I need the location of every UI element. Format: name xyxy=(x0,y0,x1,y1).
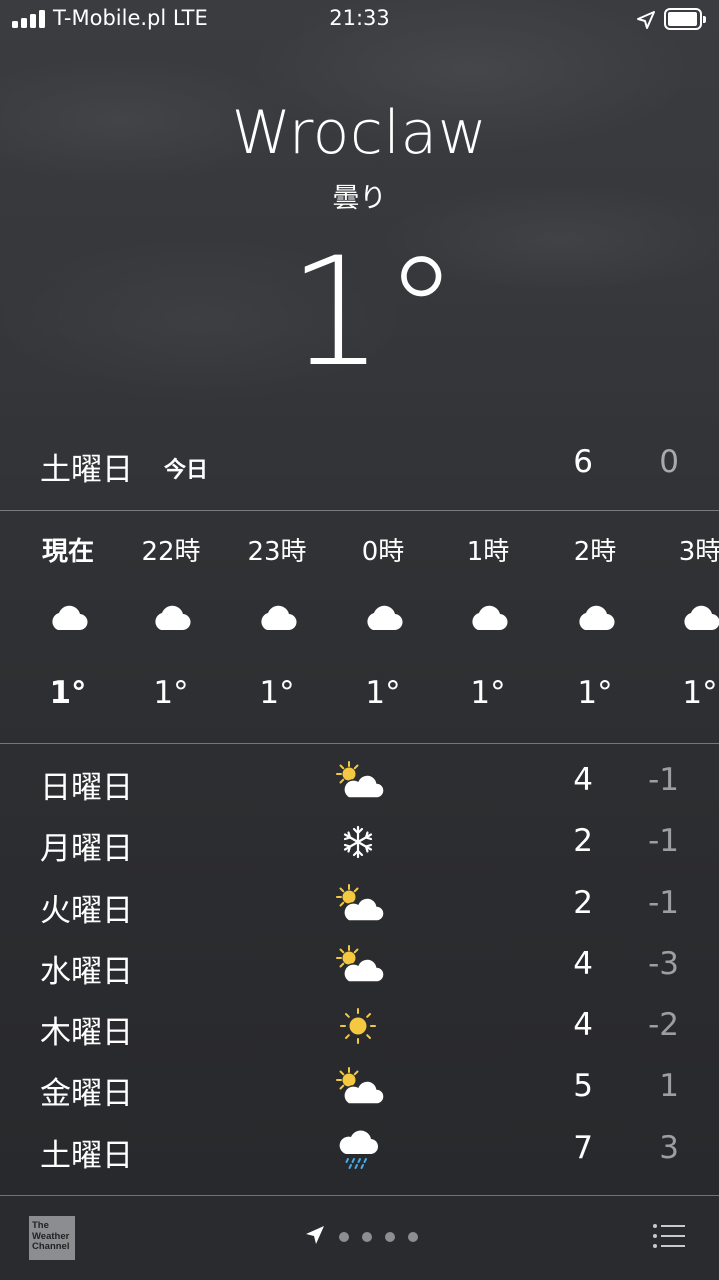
city-name: Wroclaw xyxy=(231,98,488,168)
daily-forecast-row: 金曜日 5 1 xyxy=(0,1058,719,1119)
today-high-temp: 6 xyxy=(573,444,593,480)
today-summary-row: 土曜日 今日 6 0 xyxy=(0,440,719,496)
partly-cloudy-icon xyxy=(330,758,386,804)
hour-label: 22時 xyxy=(141,537,201,567)
rain-cloud-icon xyxy=(330,1126,386,1172)
divider xyxy=(0,743,719,744)
bottom-toolbar: The Weather Channel xyxy=(0,1196,719,1280)
day-high-temp: 2 xyxy=(573,884,593,921)
cloud-icon xyxy=(150,603,192,633)
status-clock: 21:33 xyxy=(329,6,390,30)
page-dot[interactable] xyxy=(408,1232,418,1242)
day-name: 月曜日 xyxy=(40,831,133,868)
day-name: 金曜日 xyxy=(40,1076,133,1113)
hourly-item: 0時 1° xyxy=(333,511,433,743)
day-name: 火曜日 xyxy=(40,892,133,929)
day-low-temp: -1 xyxy=(648,823,679,860)
today-label: 今日 xyxy=(164,458,209,483)
hour-label: 現在 xyxy=(41,537,94,567)
hourly-item: 23時 1° xyxy=(227,511,327,743)
hour-temperature: 1° xyxy=(259,675,295,711)
day-high-temp: 5 xyxy=(573,1068,593,1105)
daily-forecast-row: 土曜日 7 3 xyxy=(0,1120,719,1181)
partly-cloudy-icon xyxy=(330,881,386,927)
hour-label: 0時 xyxy=(361,537,405,567)
current-condition: 曇り xyxy=(332,183,387,214)
day-name: 水曜日 xyxy=(40,953,133,990)
hourly-forecast[interactable]: 現在 1° 22時 1° 23時 1° 0時 1° 1時 1° 2時 1° 3時 1° xyxy=(0,511,719,743)
partly-cloudy-icon xyxy=(330,942,386,988)
day-high-temp: 4 xyxy=(573,1007,593,1044)
day-name: 木曜日 xyxy=(40,1015,133,1052)
day-low-temp: -3 xyxy=(648,945,679,982)
day-high-temp: 7 xyxy=(573,1129,593,1166)
hour-label: 3時 xyxy=(678,537,719,567)
sun-icon xyxy=(330,1003,386,1049)
hourly-item: 22時 1° xyxy=(121,511,221,743)
hourly-item: 1時 1° xyxy=(438,511,538,743)
hour-temperature: 1° xyxy=(577,675,613,711)
page-dot[interactable] xyxy=(385,1232,395,1242)
today-day-name: 土曜日 xyxy=(40,452,133,488)
day-high-temp: 4 xyxy=(573,762,593,798)
daily-forecast-row: 日曜日 4 -1 xyxy=(0,752,719,813)
cloud-icon xyxy=(467,603,509,633)
cloud-icon xyxy=(362,603,404,633)
day-low-temp: -1 xyxy=(648,884,679,921)
battery-icon xyxy=(664,8,706,30)
hour-temperature: 1° xyxy=(153,675,189,711)
day-name: 土曜日 xyxy=(40,1137,133,1174)
city-list-icon[interactable] xyxy=(652,1223,686,1249)
hour-temperature: 1° xyxy=(470,675,506,711)
hour-temperature: 1° xyxy=(49,675,87,711)
daily-forecast-row: 月曜日 2 -1 xyxy=(0,813,719,874)
status-bar: T-Mobile.pl LTE 21:33 xyxy=(0,0,719,40)
hour-temperature: 1° xyxy=(365,675,401,711)
hourly-item: 2時 1° xyxy=(545,511,645,743)
daily-forecast-row: 水曜日 4 -3 xyxy=(0,936,719,997)
day-low-temp: 3 xyxy=(659,1129,679,1166)
cloud-icon xyxy=(256,603,298,633)
page-dot[interactable] xyxy=(362,1232,372,1242)
hourly-item: 3時 1° xyxy=(650,511,719,743)
daily-forecast-row: 木曜日 4 -2 xyxy=(0,997,719,1058)
page-dot[interactable] xyxy=(339,1232,349,1242)
current-location-page-icon[interactable] xyxy=(304,1224,326,1246)
hour-label: 1時 xyxy=(466,537,510,567)
daily-forecast-row: 火曜日 2 -1 xyxy=(0,875,719,936)
day-low-temp: -2 xyxy=(648,1007,679,1044)
day-name: 日曜日 xyxy=(40,770,133,806)
hour-label: 2時 xyxy=(573,537,617,567)
day-high-temp: 4 xyxy=(573,945,593,982)
weather-channel-logo[interactable]: The Weather Channel xyxy=(29,1216,75,1260)
day-low-temp: -1 xyxy=(648,762,679,798)
hourly-item: 現在 1° xyxy=(18,511,118,743)
location-arrow-icon xyxy=(637,11,655,29)
snowflake-icon xyxy=(330,819,386,865)
day-high-temp: 2 xyxy=(573,823,593,860)
current-temperature: 1° xyxy=(288,226,459,400)
today-low-temp: 0 xyxy=(659,444,679,480)
partly-cloudy-icon xyxy=(330,1064,386,1110)
cloud-icon xyxy=(47,603,89,633)
cloud-icon xyxy=(574,603,616,633)
day-low-temp: 1 xyxy=(659,1068,679,1105)
hour-temperature: 1° xyxy=(682,675,718,711)
hour-label: 23時 xyxy=(247,537,307,567)
cloud-icon xyxy=(679,603,719,633)
daily-forecast-list[interactable]: 日曜日 4 -1 月曜日 2 -1 火曜日 2 -1 水曜日 4 -3 木曜日 4 -2 金曜日 5 1 土曜日 7 3 xyxy=(0,752,719,1181)
